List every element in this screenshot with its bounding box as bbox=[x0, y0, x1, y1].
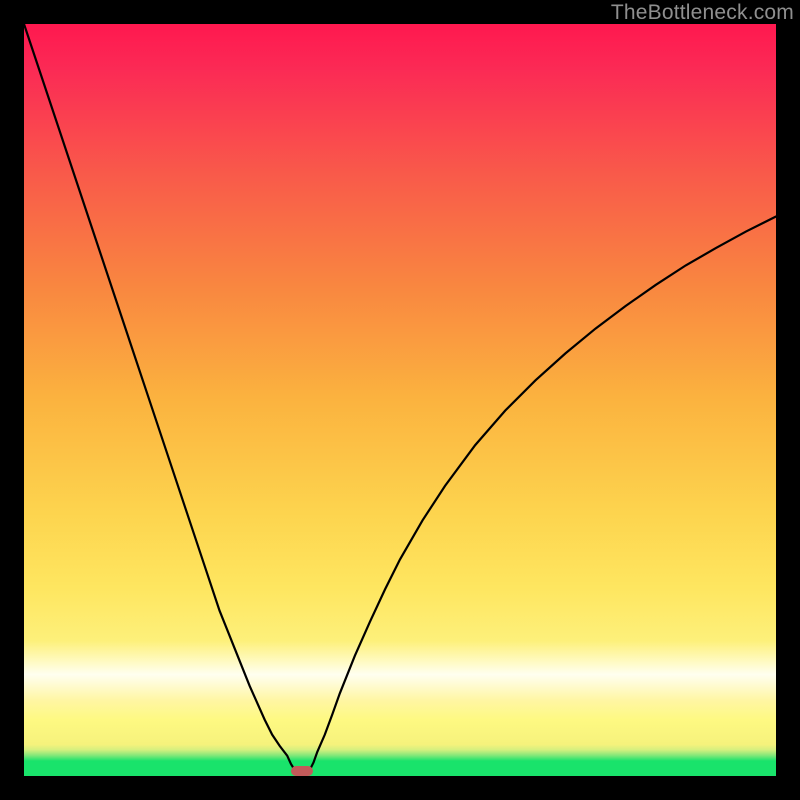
chart-frame: TheBottleneck.com bbox=[0, 0, 800, 800]
bottleneck-marker bbox=[291, 766, 313, 776]
watermark-text: TheBottleneck.com bbox=[611, 1, 794, 25]
curve-left-branch bbox=[24, 24, 295, 770]
bottleneck-curve bbox=[24, 24, 776, 776]
plot-area bbox=[24, 24, 776, 776]
curve-right-branch bbox=[310, 217, 776, 770]
